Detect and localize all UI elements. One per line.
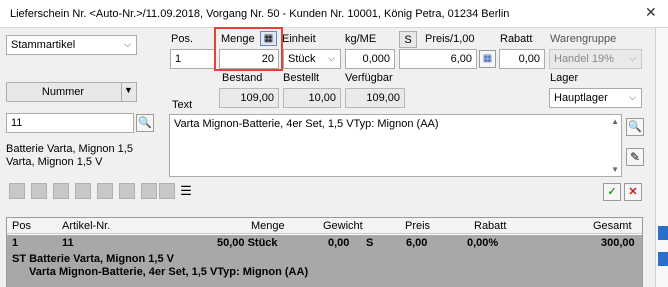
row-desc1: ST Batterie Varta, Mignon 1,5 V: [12, 253, 174, 265]
chevron-down-icon: ⌵: [124, 39, 131, 49]
toolbar-first-icon: [9, 183, 25, 199]
article-type-value: Stammartikel: [11, 39, 76, 51]
background-window-strip: [655, 28, 668, 287]
col-rabatt[interactable]: Rabatt: [474, 220, 506, 232]
search-mode-label: Nummer: [41, 86, 85, 98]
row-desc2: Varta Mignon-Batterie, 4er Set, 1,5 VTyp…: [29, 266, 309, 278]
verfuegbar-label: Verfügbar: [345, 72, 393, 84]
bestellt-field: 10,00: [283, 88, 341, 108]
text-area[interactable]: Varta Mignon-Batterie, 4er Set, 1,5 VTyp…: [169, 114, 622, 177]
text-area-value: Varta Mignon-Batterie, 4er Set, 1,5 VTyp…: [174, 118, 439, 130]
col-gesamt[interactable]: Gesamt: [593, 220, 632, 232]
s-button[interactable]: S: [399, 31, 417, 48]
toolbar-delete-icon: [53, 183, 69, 199]
bestellt-label: Bestellt: [283, 72, 320, 84]
window-title: Lieferschein Nr. <Auto-Nr.>/11.09.2018, …: [10, 8, 510, 20]
chevron-down-icon: ⌵: [328, 53, 335, 63]
list-icon[interactable]: ☰: [177, 182, 195, 200]
chevron-down-icon: ⌵: [629, 53, 636, 63]
preis-value: 6,00: [450, 53, 472, 65]
warengruppe-value: Handel 19%: [554, 53, 614, 65]
col-pos[interactable]: Pos: [12, 220, 31, 232]
rabatt-label: Rabatt: [500, 33, 533, 45]
split-divider: [121, 83, 122, 101]
row-menge: 50,00 Stück: [217, 237, 278, 249]
kg-value: 0,000: [362, 53, 390, 65]
pos-input[interactable]: 1: [170, 49, 216, 69]
search-icon[interactable]: 🔍: [136, 114, 154, 132]
positions-table: Pos Artikel-Nr. Menge Gewicht Preis Raba…: [6, 217, 643, 287]
scroll-down-icon[interactable]: ▼: [611, 165, 619, 174]
einheit-select[interactable]: Stück ⌵: [283, 49, 341, 69]
article-desc-line1: Batterie Varta, Mignon 1,5: [6, 143, 133, 155]
verfuegbar-value: 109,00: [366, 92, 400, 104]
chevron-down-icon[interactable]: ▼: [124, 85, 133, 95]
row-pos: 1: [12, 237, 19, 249]
col-artikel[interactable]: Artikel-Nr.: [62, 220, 110, 232]
window-titlebar: Lieferschein Nr. <Auto-Nr.>/11.09.2018, …: [0, 0, 668, 28]
preis-input[interactable]: 6,00: [399, 49, 477, 69]
einheit-value: Stück: [288, 53, 316, 65]
row-rabatt: 0,00%: [467, 237, 499, 249]
col-menge[interactable]: Menge: [251, 220, 285, 232]
einheit-label: Einheit: [282, 33, 316, 45]
lager-select[interactable]: Hauptlager ⌵: [549, 88, 642, 108]
chevron-down-icon: ⌵: [629, 92, 636, 102]
menge-highlight-box: [214, 27, 283, 71]
search-icon[interactable]: 🔍: [626, 118, 644, 136]
col-gewicht[interactable]: Gewicht: [323, 220, 363, 232]
rabatt-value: 0,00: [518, 53, 540, 65]
kg-input[interactable]: 0,000: [345, 49, 395, 69]
lager-value: Hauptlager: [554, 92, 608, 104]
table-header: Pos Artikel-Nr. Menge Gewicht Preis Raba…: [7, 218, 642, 234]
row-artikel: 11: [62, 237, 74, 249]
ok-button[interactable]: ✓: [603, 183, 621, 201]
toolbar-outdent-icon: [159, 183, 175, 199]
bestand-label: Bestand: [222, 72, 263, 84]
background-window-accent: [658, 252, 668, 266]
close-icon[interactable]: ✕: [645, 4, 657, 21]
price-grid-icon[interactable]: ▦: [479, 50, 496, 68]
article-search-value: 11: [11, 117, 23, 129]
article-desc-line2: Varta, Mignon 1,5 V: [6, 156, 103, 168]
bestand-value: 109,00: [240, 92, 274, 104]
verfuegbar-field: 109,00: [345, 88, 405, 108]
toolbar-insert-icon: [31, 183, 47, 199]
toolbar-down-icon: [97, 183, 113, 199]
preis-label: Preis/1,00: [425, 33, 475, 45]
bestand-field: 109,00: [219, 88, 279, 108]
pos-label: Pos.: [171, 33, 194, 45]
bestellt-value: 10,00: [308, 92, 336, 104]
article-type-select[interactable]: Stammartikel ⌵: [6, 35, 137, 55]
article-search-input[interactable]: 11: [6, 113, 134, 133]
search-mode-button[interactable]: Nummer ▼: [6, 82, 137, 102]
warengruppe-select: Handel 19% ⌵: [549, 49, 642, 69]
table-row[interactable]: 1 11 50,00 Stück 0,00 S 6,00 0,00% 300,0…: [7, 235, 642, 287]
warengruppe-label: Warengruppe: [550, 33, 617, 45]
rabatt-input[interactable]: 0,00: [499, 49, 545, 69]
lager-label: Lager: [550, 72, 579, 84]
row-gesamt: 300,00: [601, 237, 635, 249]
text-label: Text: [172, 99, 193, 111]
toolbar-up-icon: [119, 183, 135, 199]
scroll-up-icon[interactable]: ▲: [611, 117, 619, 126]
row-preis: 6,00: [406, 237, 428, 249]
col-preis[interactable]: Preis: [405, 220, 430, 232]
row-gewicht: 0,00: [328, 237, 350, 249]
row-s: S: [366, 237, 374, 249]
pos-value: 1: [175, 53, 182, 65]
pencil-icon[interactable]: ✎: [626, 148, 644, 166]
cancel-button[interactable]: ✕: [624, 183, 642, 201]
s-button-label: S: [404, 34, 412, 46]
toolbar-indent-icon: [141, 183, 157, 199]
background-window-accent: [658, 226, 668, 240]
toolbar-move-icon: [75, 183, 91, 199]
kg-label: kg/ME: [345, 33, 377, 45]
